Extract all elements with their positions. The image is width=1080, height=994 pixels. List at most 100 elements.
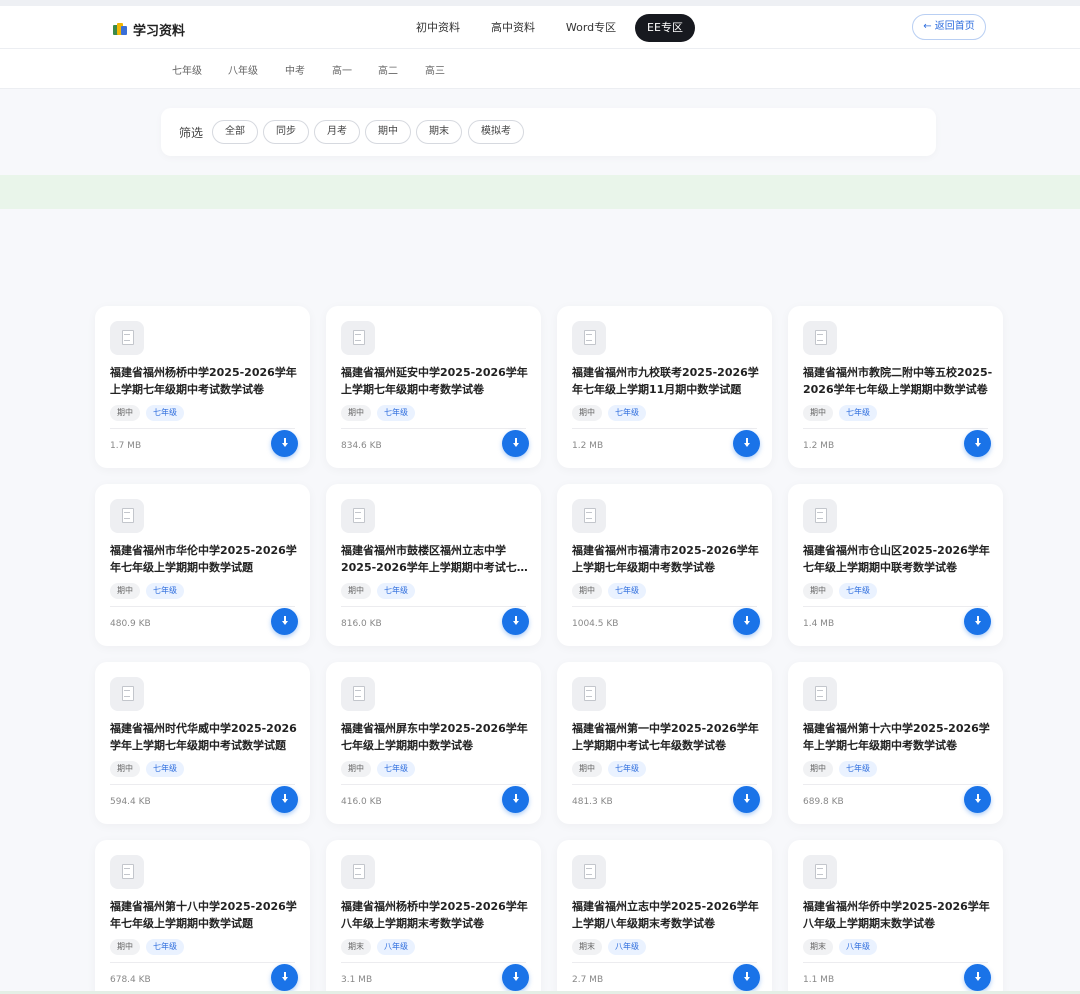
tag-exam-type: 期中 <box>803 583 833 599</box>
resource-card[interactable]: 福建省福州杨桥中学2025-2026学年上学期七年级期中考试数学试卷 期中 七年级 1… <box>95 306 310 468</box>
grade-item-g12[interactable]: 高三 <box>425 62 445 77</box>
filter-chip-mock[interactable]: 模拟考 <box>468 120 524 144</box>
filter-chip-sync[interactable]: 同步 <box>263 120 309 144</box>
download-button[interactable] <box>964 786 991 813</box>
resource-card[interactable]: 福建省福州时代华威中学2025-2026学年上学期七年级期中考试数学试题 期中 七年… <box>95 662 310 824</box>
resource-card[interactable]: 福建省福州市福清市2025-2026学年上学期七年级期中考数学试卷 期中 七年级 10… <box>557 484 772 646</box>
download-button[interactable] <box>502 964 529 991</box>
resource-card[interactable]: 福建省福州第一中学2025-2026学年上学期期中考试七年级数学试卷 期中 七年级 4… <box>557 662 772 824</box>
file-size: 594.4 KB <box>110 797 151 807</box>
download-button[interactable] <box>271 964 298 991</box>
resource-card[interactable]: 福建省福州市教院二附中等五校2025-2026学年七年级上学期期中数学试卷 期中七… <box>788 306 1003 468</box>
card-title[interactable]: 福建省福州第十八中学2025-2026学年七年级上学期期中数学试题 <box>110 898 300 932</box>
nav-item-ee[interactable]: EE专区 <box>635 14 695 42</box>
download-button[interactable] <box>502 430 529 457</box>
resource-card[interactable]: 福建省福州第十六中学2025-2026学年上学期七年级期中考数学试卷 期中 七年级 6… <box>788 662 1003 824</box>
tag-exam-type: 期中 <box>110 583 140 599</box>
file-size: 416.0 KB <box>341 797 382 807</box>
card-divider <box>572 606 757 607</box>
download-button[interactable] <box>502 786 529 813</box>
nav-item-word[interactable]: Word专区 <box>555 14 627 42</box>
tag-grade: 七年级 <box>146 761 184 777</box>
filter-chip-monthly[interactable]: 月考 <box>314 120 360 144</box>
download-button[interactable] <box>733 608 760 635</box>
download-button[interactable] <box>271 608 298 635</box>
card-title[interactable]: 福建省福州市仓山区2025-2026学年七年级上学期期中联考数学试卷 <box>803 542 993 576</box>
resource-card[interactable]: 福建省福州延安中学2025-2026学年上学期七年级期中考数学试卷 期中 七年级 83… <box>326 306 541 468</box>
download-button[interactable] <box>733 430 760 457</box>
card-title[interactable]: 福建省福州市华伦中学2025-2026学年七年级上学期期中数学试题 <box>110 542 300 576</box>
filter-chip-midterm[interactable]: 期中 <box>365 120 411 144</box>
resource-card[interactable]: 福建省福州市鼓楼区福州立志中学2025-2026学年上学期期中考试七年级数学试卷… <box>326 484 541 646</box>
document-icon <box>803 855 837 889</box>
tag-grade: 七年级 <box>146 939 184 955</box>
resource-card[interactable]: 福建省福州市仓山区2025-2026学年七年级上学期期中联考数学试卷 期中 七年级 1… <box>788 484 1003 646</box>
resource-card[interactable]: 福建省福州市华伦中学2025-2026学年七年级上学期期中数学试题 期中 七年级 48… <box>95 484 310 646</box>
document-icon <box>110 499 144 533</box>
nav-item-senior[interactable]: 高中资料 <box>478 14 548 42</box>
resource-card[interactable]: 福建省福州华侨中学2025-2026学年八年级上学期期末数学试卷 期末 八年级 1.1… <box>788 840 1003 994</box>
nav-item-junior[interactable]: 初中资料 <box>403 14 473 42</box>
download-button[interactable] <box>964 430 991 457</box>
download-button[interactable] <box>502 608 529 635</box>
card-title[interactable]: 福建省福州市教院二附中等五校2025-2026学年七年级上学期期中数学试卷 <box>803 364 993 398</box>
download-button[interactable] <box>271 786 298 813</box>
site-header: 学习资料 初中资料 高中资料 Word专区 EE专区 ← 返回首页 <box>0 6 1080 49</box>
document-icon <box>572 855 606 889</box>
card-title[interactable]: 福建省福州市福清市2025-2026学年上学期七年级期中考数学试卷 <box>572 542 762 576</box>
tag-exam-type: 期中 <box>110 405 140 421</box>
card-title[interactable]: 福建省福州时代华威中学2025-2026学年上学期七年级期中考试数学试题 <box>110 720 300 754</box>
resource-card[interactable]: 福建省福州立志中学2025-2026学年上学期八年级期末考数学试卷 期末 八年级 2.… <box>557 840 772 994</box>
card-title[interactable]: 福建省福州延安中学2025-2026学年上学期七年级期中考数学试卷 <box>341 364 531 398</box>
tag-grade: 八年级 <box>839 939 877 955</box>
grade-item-g11[interactable]: 高二 <box>378 62 398 77</box>
card-divider <box>803 962 988 963</box>
resource-card[interactable]: 福建省福州屏东中学2025-2026学年七年级上学期期中数学试卷 期中 七年级 416… <box>326 662 541 824</box>
card-divider <box>803 428 988 429</box>
document-icon <box>110 321 144 355</box>
card-divider <box>341 962 526 963</box>
resource-card[interactable]: 福建省福州杨桥中学2025-2026学年八年级上学期期末考数学试卷 期末 八年级 3.… <box>326 840 541 994</box>
card-divider <box>572 784 757 785</box>
document-icon <box>803 677 837 711</box>
download-button[interactable] <box>964 608 991 635</box>
tag-exam-type: 期末 <box>803 939 833 955</box>
filter-label: 筛选 <box>179 126 204 140</box>
card-title[interactable]: 福建省福州市鼓楼区福州立志中学2025-2026学年上学期期中考试七年级数学试卷 <box>341 542 531 576</box>
download-button[interactable] <box>964 964 991 991</box>
card-title[interactable]: 福建省福州华侨中学2025-2026学年八年级上学期期末数学试卷 <box>803 898 993 932</box>
card-title[interactable]: 福建省福州杨桥中学2025-2026学年上学期七年级期中考试数学试卷 <box>110 364 300 398</box>
card-divider <box>803 606 988 607</box>
card-title[interactable]: 福建省福州立志中学2025-2026学年上学期八年级期末考数学试卷 <box>572 898 762 932</box>
grade-item-7[interactable]: 七年级 <box>172 62 202 77</box>
tag-grade: 七年级 <box>146 405 184 421</box>
card-title[interactable]: 福建省福州屏东中学2025-2026学年七年级上学期期中数学试卷 <box>341 720 531 754</box>
file-size: 1.2 MB <box>572 441 604 451</box>
card-divider <box>572 428 757 429</box>
grade-item-zhongkao[interactable]: 中考 <box>285 62 305 77</box>
resource-card[interactable]: 福建省福州市九校联考2025-2026学年七年级上学期11月期中数学试题期中 七年… <box>557 306 772 468</box>
back-home-button[interactable]: ← 返回首页 <box>912 14 986 40</box>
file-size: 3.1 MB <box>341 975 373 985</box>
tag-exam-type: 期中 <box>341 583 371 599</box>
download-button[interactable] <box>733 964 760 991</box>
card-title[interactable]: 福建省福州第一中学2025-2026学年上学期期中考试七年级数学试卷 <box>572 720 762 754</box>
grade-item-g10[interactable]: 高一 <box>332 62 352 77</box>
file-size: 1004.5 KB <box>572 619 619 629</box>
filter-chip-all[interactable]: 全部 <box>212 120 258 144</box>
download-button[interactable] <box>733 786 760 813</box>
document-icon <box>803 499 837 533</box>
tag-grade: 七年级 <box>146 583 184 599</box>
tag-exam-type: 期末 <box>572 939 602 955</box>
card-title[interactable]: 福建省福州第十六中学2025-2026学年上学期七年级期中考数学试卷 <box>803 720 993 754</box>
card-title[interactable]: 福建省福州杨桥中学2025-2026学年八年级上学期期末考数学试卷 <box>341 898 531 932</box>
tag-exam-type: 期中 <box>572 405 602 421</box>
tag-exam-type: 期中 <box>341 761 371 777</box>
filter-chip-final[interactable]: 期末 <box>416 120 462 144</box>
card-title[interactable]: 福建省福州市九校联考2025-2026学年七年级上学期11月期中数学试题 <box>572 364 762 398</box>
download-button[interactable] <box>271 430 298 457</box>
card-divider <box>572 962 757 963</box>
resource-card[interactable]: 福建省福州第十八中学2025-2026学年七年级上学期期中数学试题 期中 七年级 67… <box>95 840 310 994</box>
grade-item-8[interactable]: 八年级 <box>228 62 258 77</box>
tag-grade: 七年级 <box>608 405 646 421</box>
